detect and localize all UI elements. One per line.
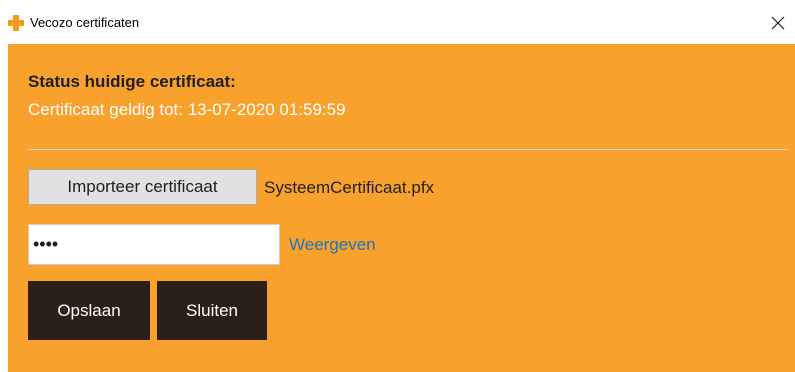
selected-file-name: SysteemCertificaat.pfx [264, 178, 435, 197]
save-button[interactable]: Opslaan [28, 281, 150, 340]
close-button[interactable]: Sluiten [157, 281, 267, 340]
dialog-content: Status huidige certificaat: Certificaat … [8, 44, 795, 372]
close-icon [771, 16, 785, 30]
window-title: Vecozo certificaten [30, 15, 140, 30]
plus-icon [8, 15, 24, 31]
dialog-window: Vecozo certificaten Status huidige certi… [0, 0, 795, 372]
import-certificate-button[interactable]: Importeer certificaat [28, 169, 257, 205]
status-heading: Status huidige certificaat: [28, 72, 236, 91]
title-bar: Vecozo certificaten [0, 0, 795, 44]
show-password-link[interactable]: Weergeven [289, 235, 376, 255]
password-field[interactable] [28, 224, 280, 265]
window-close-button[interactable] [763, 8, 795, 38]
separator [28, 149, 788, 150]
certificate-validity: Certificaat geldig tot: 13-07-2020 01:59… [28, 100, 346, 119]
